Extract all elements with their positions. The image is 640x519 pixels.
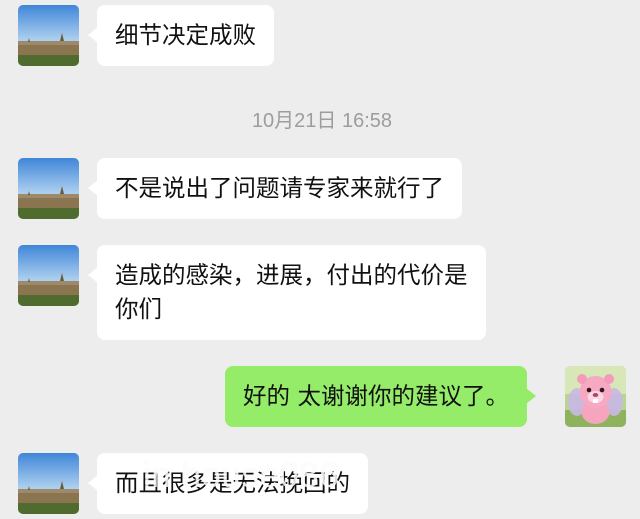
message-text: 不是说出了问题请专家来就行了 [115,174,444,202]
landscape-avatar-icon [18,5,79,66]
landscape-avatar-icon [18,245,79,306]
contact-avatar[interactable] [18,158,79,219]
message-text-line: 造成的感染，进展，付出的代价是 [115,261,468,289]
pink-beaver-avatar-icon [565,366,626,427]
message-text-line: 你们 [115,295,162,323]
message-bubble[interactable]: 造成的感染，进展，付出的代价是 你们 [88,245,486,340]
message-text: 细节决定成败 [115,21,256,49]
message-bubble[interactable]: 不是说出了问题请专家来就行了 [88,158,462,219]
contact-avatar[interactable] [18,245,79,306]
message-bubble-outgoing[interactable]: 好的 太谢谢你的建议了。 [225,366,536,427]
message-timestamp: 10月21日 16:58 [251,110,393,132]
watermark-text: in house086 [143,456,340,495]
landscape-avatar-icon [18,158,79,219]
landscape-avatar-icon [18,453,79,514]
message-text: 好的 太谢谢你的建议了。 [243,382,509,410]
contact-avatar[interactable] [18,453,79,514]
self-avatar[interactable] [565,366,626,427]
message-bubble[interactable]: 细节决定成败 [88,5,274,66]
contact-avatar[interactable] [18,5,79,66]
